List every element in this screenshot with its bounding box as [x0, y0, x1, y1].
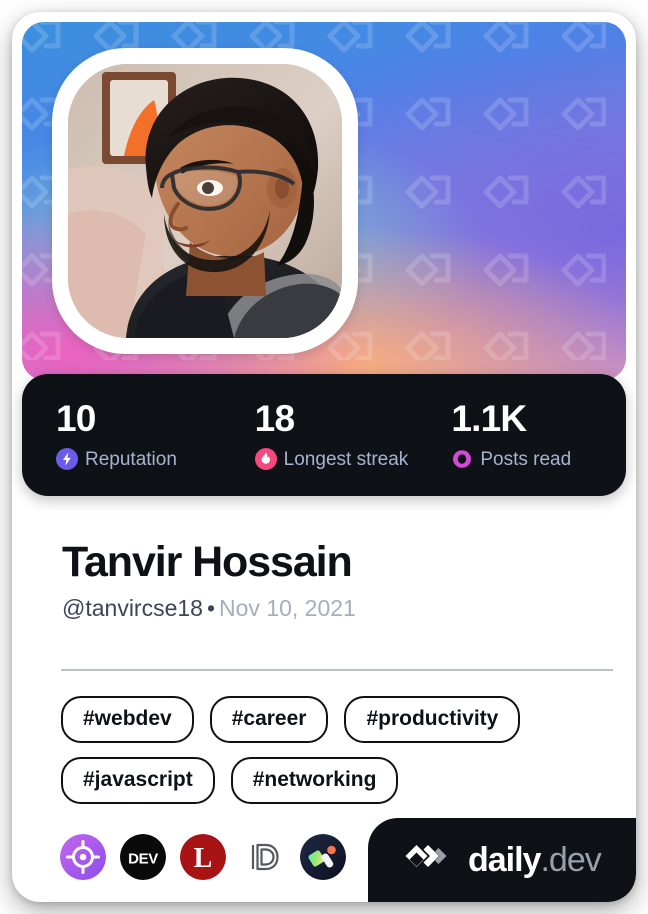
daily-d-outline-badge-icon[interactable] [240, 834, 286, 880]
svg-text:DEV: DEV [128, 851, 158, 868]
stat-reputation-label: Reputation [85, 448, 177, 470]
dev-to-badge-icon[interactable]: DEV [120, 834, 166, 880]
tag-chip[interactable]: #webdev [61, 696, 194, 744]
stats-bar: 10 Reputation 18 Longest streak 1.1K Pos… [22, 374, 626, 496]
tag-chip[interactable]: #career [209, 696, 329, 744]
stat-reputation: 10 Reputation [22, 400, 231, 470]
profile-identity: Tanvir Hossain @tanvircse18 • Nov 10, 2021 [62, 538, 622, 620]
streak-flame-icon [254, 448, 277, 470]
cover-banner [22, 22, 626, 380]
daily-dev-brand-plate: daily.dev [368, 818, 636, 902]
devcard: 10 Reputation 18 Longest streak 1.1K Pos… [12, 12, 636, 902]
svg-text:L: L [194, 843, 213, 874]
posts-read-eye-icon [453, 450, 472, 468]
divider [61, 669, 613, 671]
target-purple-badge-icon[interactable] [60, 834, 106, 880]
avatar [68, 64, 342, 338]
tag-list: #webdev #career #productivity #javascrip… [61, 696, 617, 805]
profile-handle: @tanvircse18 [62, 595, 203, 622]
lobsters-badge-icon[interactable]: L [180, 834, 226, 880]
tag-chip[interactable]: #javascript [61, 757, 215, 805]
avatar-frame [52, 48, 358, 354]
stat-longest-streak-value: 18 [254, 398, 295, 439]
brand-secondary: .dev [540, 841, 601, 879]
daily-dev-logo-mark-icon [405, 845, 447, 867]
stat-longest-streak: 18 Longest streak [231, 400, 430, 470]
brand-primary: daily [468, 841, 541, 879]
page-title: Tanvir Hossain [62, 538, 353, 586]
stat-posts-read-value: 1.1K [451, 398, 527, 439]
separator-dot: • [206, 595, 216, 622]
stat-posts-read-label: Posts read [480, 448, 572, 470]
stat-longest-streak-label: Longest streak [283, 448, 409, 470]
avatar-photo-illustration [68, 64, 342, 338]
source-badge-list: DEV L [60, 834, 346, 880]
reputation-bolt-icon [56, 448, 78, 470]
tag-chip[interactable]: #productivity [344, 696, 521, 744]
tag-chip[interactable]: #networking [230, 757, 399, 805]
stat-posts-read: 1.1K Posts read [429, 400, 626, 470]
colorful-dark-badge-icon[interactable] [300, 834, 346, 880]
brand-wordmark: daily.dev [468, 841, 602, 879]
profile-subline: @tanvircse18 • Nov 10, 2021 [62, 597, 622, 620]
stat-reputation-value: 10 [56, 398, 96, 439]
profile-joined-date: Nov 10, 2021 [219, 595, 356, 622]
